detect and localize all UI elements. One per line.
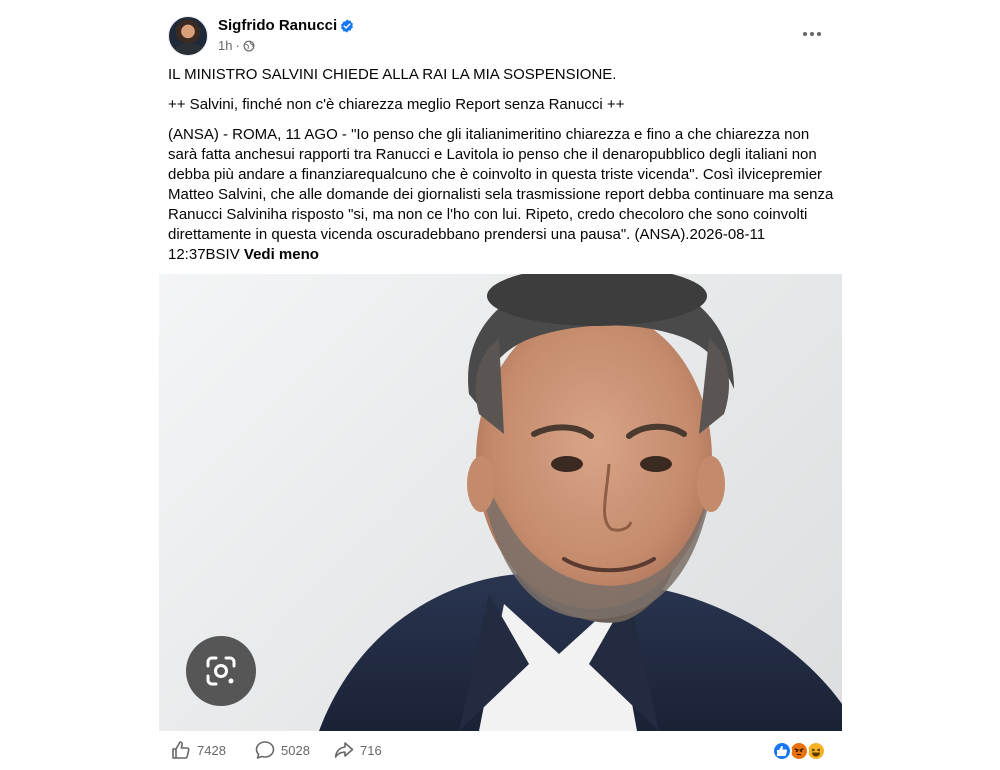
- post-body-text: (ANSA) - ROMA, 11 AGO - "Io penso che gl…: [168, 126, 834, 263]
- like-reaction-icon: [772, 741, 792, 761]
- like-button[interactable]: 7428: [171, 740, 226, 760]
- share-button[interactable]: 716: [334, 740, 382, 760]
- haha-reaction-icon: [806, 741, 826, 761]
- verified-badge-icon: [341, 19, 353, 33]
- portrait-illustration: [319, 274, 842, 731]
- share-count: 716: [360, 742, 382, 758]
- comment-count: 5028: [281, 742, 310, 758]
- author-name[interactable]: Sigfrido Ranucci: [218, 17, 337, 34]
- post-photo[interactable]: [159, 274, 842, 731]
- post-time[interactable]: 1h: [218, 38, 232, 53]
- more-options-icon[interactable]: [798, 22, 826, 46]
- see-less-link[interactable]: Vedi meno: [244, 246, 319, 263]
- post-headline: IL MINISTRO SALVINI CHIEDE ALLA RAI LA M…: [168, 66, 617, 83]
- post-header: Sigfrido Ranucci 1h ·: [168, 14, 842, 60]
- google-lens-icon[interactable]: [186, 636, 256, 706]
- author-avatar[interactable]: [168, 16, 208, 56]
- globe-icon: [243, 40, 255, 51]
- post-text: IL MINISTRO SALVINI CHIEDE ALLA RAI LA M…: [168, 65, 836, 265]
- post-footer: 7428 5028 716: [159, 740, 842, 766]
- post-body: (ANSA) - ROMA, 11 AGO - "Io penso che gl…: [168, 125, 836, 265]
- angry-reaction-icon: [789, 741, 809, 761]
- comment-button[interactable]: 5028: [255, 740, 310, 760]
- reactions-summary[interactable]: [772, 741, 832, 763]
- share-icon: [334, 742, 354, 758]
- thumbs-up-icon: [172, 741, 190, 759]
- facebook-post: Sigfrido Ranucci 1h · IL MINISTRO SALVIN…: [159, 0, 842, 770]
- post-meta: 1h ·: [218, 38, 255, 53]
- meta-separator: ·: [235, 38, 240, 53]
- comment-icon: [255, 741, 275, 759]
- post-subheadline: ++ Salvini, finché non c'è chiarezza meg…: [168, 96, 625, 113]
- like-count: 7428: [197, 742, 226, 758]
